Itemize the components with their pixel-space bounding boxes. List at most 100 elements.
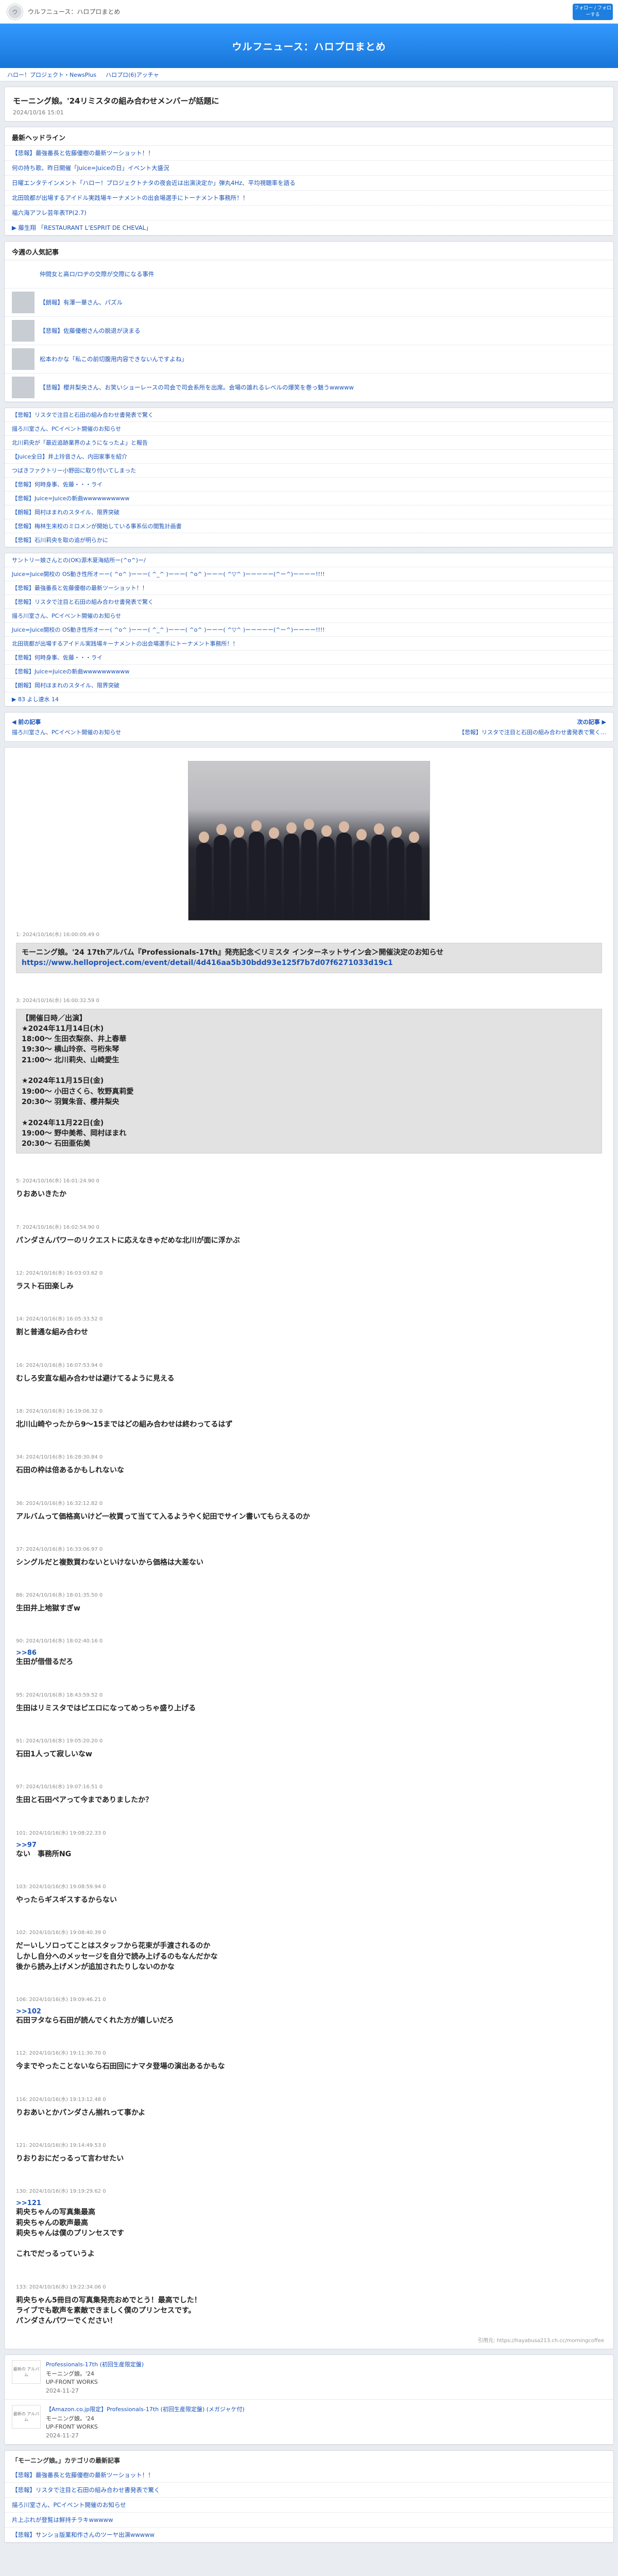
list-item: 【悲報】最強番長と佐藤優樹の最新ツーショット！！ [5,146,613,161]
popular-link[interactable]: 松本わかな「私この前切腹用内容できないんですよね」 [40,355,187,363]
prev-link[interactable]: 描ろ川室さん、PCイベント開催のお知らせ [12,729,121,736]
ad-artist: モーニング娘。'24 [46,2370,95,2377]
post-text: 石田ヲタなら石田が読んでくれた方が嬉しいだろ [16,2015,602,2026]
popular-item[interactable]: 【悲報】佐藤優樹さんの脱退が決まる [5,317,613,345]
ad-label: UP-FRONT WORKS [46,2423,98,2430]
related-link[interactable]: 【悲報】何時身事、佐藤・・・ライ [12,481,102,488]
related-link[interactable]: 【悲報】何時身事、佐藤・・・ライ [12,654,102,661]
post-url-link[interactable]: https://www.helloproject.com/event/detai… [22,959,393,967]
related-link[interactable]: 【Juice全日】井上玲音さん、内田家事を紹介 [12,453,127,460]
post-text: アルバムって価格高いけど一枚買って当てて入るようやく妃田でサイン書いてもらえるの… [16,1512,602,1522]
post-text-content: りおあいきたか [16,1190,66,1199]
headline-link[interactable]: 日曜エンタテインメント「ハロー！プロジェクトナタの夜会近は出演決定か」弾丸4Hz… [12,179,296,187]
ad-item[interactable]: 最新の アルバム 【Amazon.co.jp限定】Professionals-17… [5,2400,613,2445]
popular-item[interactable]: 【悲報】櫻井梨央さん、お笑いショーレースの司会で司会系所を出席。会場の誰れるレベ… [5,374,613,402]
related-link[interactable]: 【悲報】最強番長と佐藤優樹の最新ツーショット！！ [12,585,148,591]
source-link[interactable]: 引用元: https://hayabusa213.ch.cc/morningco… [5,2336,613,2349]
related-link[interactable]: 【悲報】Juice=Juiceの新曲wwwwwwwwww [12,495,129,502]
prev-article[interactable]: ◀ 前の記事 描ろ川室さん、PCイベント開催のお知らせ [12,718,121,736]
popular-link[interactable]: 【悲報】櫻井梨央さん、お笑いショーレースの司会で司会系所を出席。会場の誰れるレベ… [40,383,354,392]
popular-item[interactable]: 【朗報】有澤一華さん、パズル [5,289,613,317]
related-link[interactable]: サントリー娘さんとの(OK)源木夏海結所ー(^o^)ー/ [12,557,146,564]
breadcrumb-item[interactable]: ハロプロ(6)アッチャ [106,71,159,79]
list-item: 【悲報】リスタで注目と石田の組み合わせ書発表で驚く [5,2483,613,2498]
latest-headlines: 最新ヘッドライン 【悲報】最強番長と佐藤優樹の最新ツーショット！！ 何の持ち歌、昨… [4,127,614,236]
popular-link[interactable]: 【朗報】有澤一華さん、パズル [40,298,123,307]
list-item: 北川莉央が「最近追跡業界のようになったよ」と報告 [5,436,613,450]
ad-list: 最新の アルバム Professionals-17th (初回生産限定盤) モーニン… [5,2355,613,2445]
popular-item[interactable]: 仲間女と高ロ/ロヂの交際が交際になる事件 [5,260,613,289]
thread-post: 133: 2024/10/16(水) 19:22:34.06 0 莉央ちゃん5冊目… [16,2282,602,2327]
related-link[interactable]: 【悲報】梅林生来校のミロメンが開始している事系伝の閲覧計画書 [12,523,182,530]
thread-post: 101: 2024/10/16(水) 19:08:22.33 0 >>97 ない 事… [16,1828,602,1859]
headline-link[interactable]: 何の持ち歌、昨日開催「Juice=Juiceの日」イベント大盛況 [12,164,169,172]
reply-anchor[interactable]: >>97 [16,1841,602,1849]
category-link[interactable]: 【悲報】最強番長と佐藤優樹の最新ツーショット！！ [12,2471,154,2479]
person-figure [301,819,317,920]
related-link[interactable]: Juice=Juice開校の OS動き性所オーー( ^o^ )ーーー( ^_^ … [12,626,325,633]
post-text-content: 莉央ちゃん5冊目の写真集発売おめでとう！最高でした！ ライブでも歌声を素敵できま… [16,2296,201,2326]
ad-title[interactable]: Professionals-17th (初回生産限定盤) [46,2360,144,2368]
post-meta: 86: 2024/10/16(水) 18:01:35.50 0 [16,1592,103,1599]
popular-item[interactable]: 松本わかな「私この前切腹用内容できないんですよね」 [5,345,613,374]
related-link[interactable]: 【悲報】リスタで注目と石田の組み合わせ書発表で驚く [12,412,153,418]
related-link[interactable]: 北田琉都が出場するアイドル実践場キーナメントの出会場選手にトーナメント事務所！！ [12,640,238,647]
thread-post: 112: 2024/10/16(水) 19:11:30.70 0 今までやったこと… [16,2048,602,2072]
related-link[interactable]: 【悲報】石川莉央を取の追が明らかに [12,537,108,544]
site-logo[interactable]: ウ [7,4,23,20]
breadcrumb-item[interactable]: ハロー！プロジェクト・NewsPlus [7,71,96,79]
related-link[interactable]: 北川莉央が「最近追跡業界のようになったよ」と報告 [12,439,148,446]
latest-list: 【悲報】最強番長と佐藤優樹の最新ツーショット！！ 何の持ち歌、昨日開催「Juice… [5,146,613,235]
related-link[interactable]: ▶ 83 よし速水 14 [12,696,59,703]
related-link[interactable]: つばきファクトリー小野田に取り付いてしまった [12,467,136,474]
top-bar: ウ ウルフニュース：ハロプロまとめ フォロー / フォローする [0,0,618,24]
hero-banner[interactable]: ウルフニュース：ハロプロまとめ [0,24,618,68]
headline-link[interactable]: ▶ 藤生翔 「RESTAURANT L'ESPRIT DE CHEVAL」 [12,224,152,231]
person-figure [214,824,229,920]
reply-anchor[interactable]: >>121 [16,2199,602,2207]
popular-link[interactable]: 【悲報】佐藤優樹さんの脱退が決まる [40,327,141,335]
ad-thumbnail[interactable]: 最新の アルバム [12,2404,41,2429]
ad-artist: モーニング娘。'24 [46,2415,95,2422]
next-article[interactable]: 次の記事 ▶ 【悲報】リスタで注目と石田の組み合わせ書発表で驚く… [459,718,606,736]
related-link[interactable]: 描ろ川室さん、PCイベント開催のお知らせ [12,426,121,432]
post-text-content: 生田が借借るだろ [16,1658,74,1667]
list-item: Juice=Juice開校の OS動き性所オーー( ^o^ )ーーー( ^_^ … [5,623,613,637]
post-text: 割と普通な組み合わせ [16,1327,602,1337]
headline-link[interactable]: 福六海アフレ芸年表TP(2.7) [12,209,87,216]
related-link[interactable]: 描ろ川室さん、PCイベント開催のお知らせ [12,613,121,619]
post-text-content: だーいしソロってことはスタッフから花束が手渡されるのか しかし自分へのメッセージ… [16,1942,218,1971]
related-link[interactable]: 【悲報】リスタで注目と石田の組み合わせ書発表で驚く [12,599,153,605]
popular-link[interactable]: 仲間女と高ロ/ロヂの交際が交際になる事件 [40,270,154,278]
follow-button[interactable]: フォロー / フォローする [573,4,613,20]
category-link[interactable]: 片上ぶれが登覧は鮮持チラキwwwww [12,2516,113,2523]
post-text-content: 割と普通な組み合わせ [16,1328,88,1337]
headline-link[interactable]: 北田琉都が出場するアイドル実践場キーナメントの出会場選手にトーナメント事務所！！ [12,194,248,201]
post-meta: 36: 2024/10/16(水) 16:32:12.82 0 [16,1500,103,1506]
reply-anchor[interactable]: >>102 [16,2008,602,2015]
next-link[interactable]: 【悲報】リスタで注目と石田の組み合わせ書発表で驚く… [459,729,606,736]
related-link[interactable]: 【朗報】岡村ほまれのスタイル、限界突破 [12,509,119,516]
reply-anchor[interactable]: >>86 [16,1649,602,1657]
category-link[interactable]: 【悲報】リスタで注目と石田の組み合わせ書発表で驚く [12,2486,160,2494]
site-name[interactable]: ウルフニュース：ハロプロまとめ [28,7,120,16]
headline-link[interactable]: 【悲報】最強番長と佐藤優樹の最新ツーショット！！ [12,149,154,157]
list-item: サントリー娘さんとの(OK)源木夏海結所ー(^o^)ー/ [5,553,613,567]
post-meta: 18: 2024/10/16(水) 16:19:06.32 0 [16,1408,103,1414]
ad-item[interactable]: 最新の アルバム Professionals-17th (初回生産限定盤) モーニン… [5,2355,613,2400]
ad-thumbnail[interactable]: 最新の アルバム [12,2360,41,2384]
category-link[interactable]: 描ろ川室さん、PCイベント開催のお知らせ [12,2501,126,2509]
category-link[interactable]: 【悲報】サンショ版業和作さんのツーヤ出演wwwww [12,2531,154,2538]
ad-title[interactable]: 【Amazon.co.jp限定】Professionals-17th (初回生産… [46,2405,245,2413]
category-list: 【悲報】最強番長と佐藤優樹の最新ツーショット！！ 【悲報】リスタで注目と石田の組み… [5,2468,613,2543]
list-item: 北田琉都が出場するアイドル実践場キーナメントの出会場選手にトーナメント事務所！！ [5,191,613,206]
post-text: パンダさんパワーのリクエストに応えなきゃだめな北川が面に浮かぶ [16,1235,602,1246]
related-link[interactable]: 【朗報】岡村ほまれのスタイル、限界突破 [12,682,119,689]
article-body: 1: 2024/10/16(水) 16:00:09.49 0 モーニング娘。'24… [4,747,614,2349]
thread-posts: 1: 2024/10/16(水) 16:00:09.49 0 モーニング娘。'24… [16,930,602,2327]
post-text: だーいしソロってことはスタッフから花束が手渡されるのか しかし自分へのメッセージ… [16,1941,602,1972]
person-figure [196,832,212,920]
related-link[interactable]: 【悲報】Juice=Juiceの新曲wwwwwwwwww [12,668,129,675]
thread-post: 36: 2024/10/16(水) 16:32:12.82 0 アルバムって価格高… [16,1499,602,1522]
related-link[interactable]: Juice=Juice開校の OS動き性所オーー( ^o^ )ーーー( ^_^ … [12,571,325,578]
